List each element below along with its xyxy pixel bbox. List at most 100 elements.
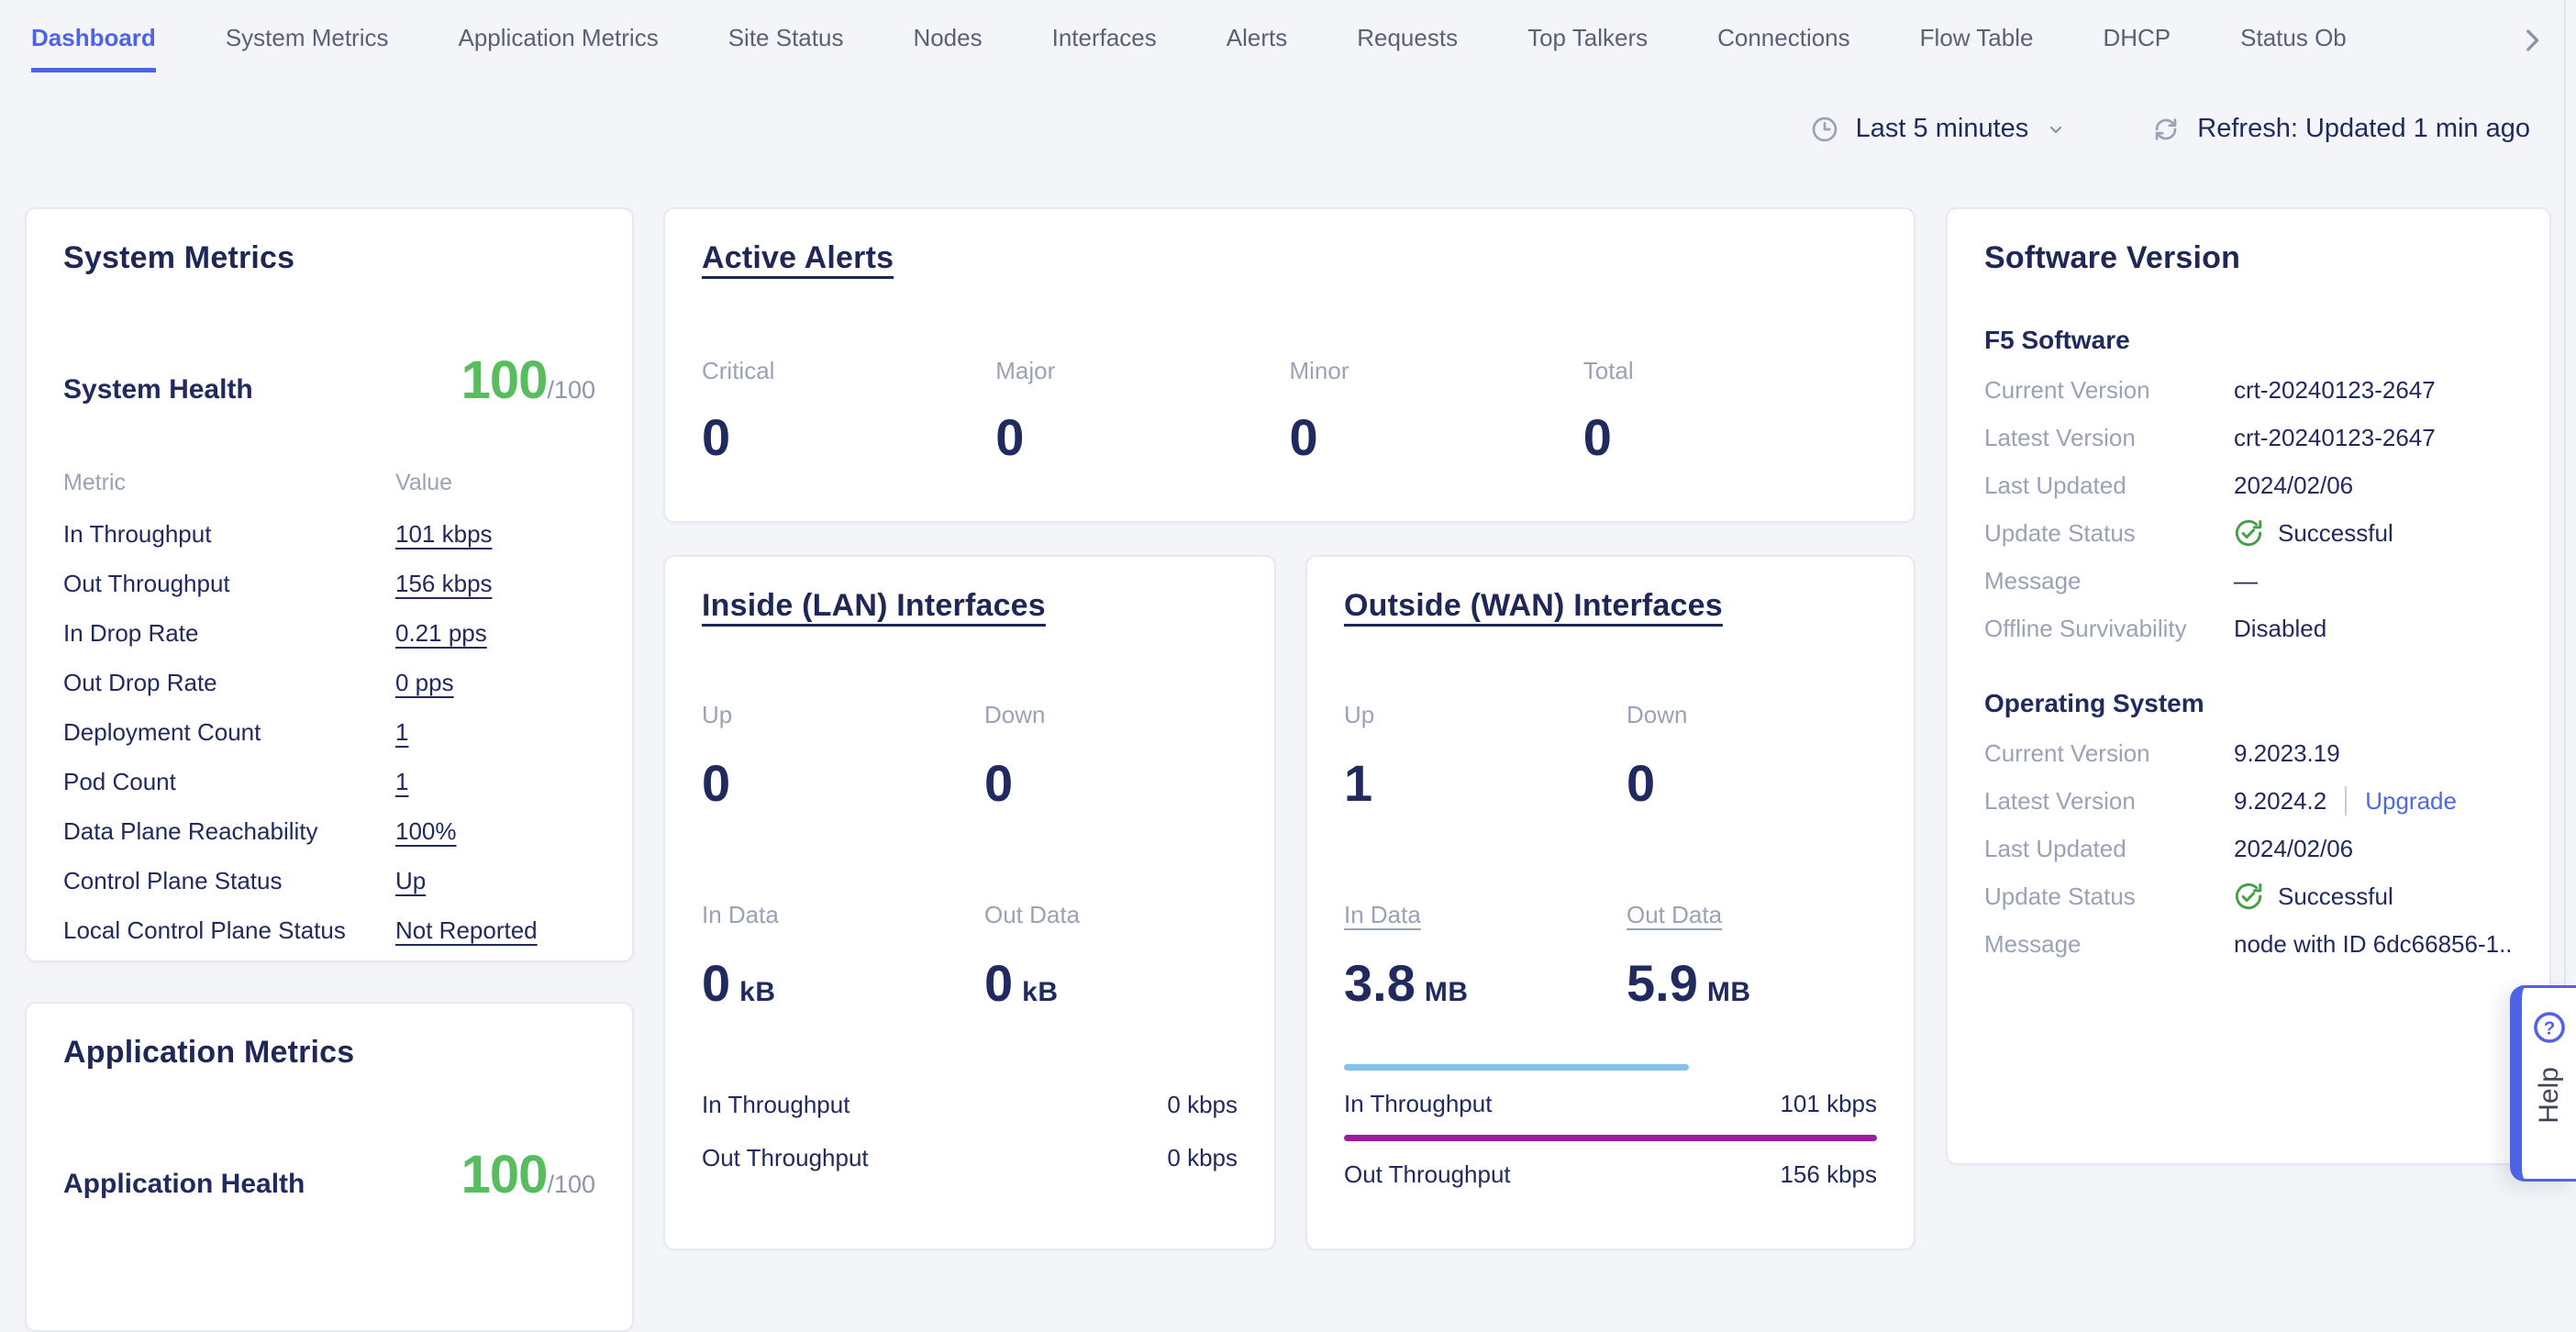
software-row-value: Successful: [2234, 882, 2513, 911]
lan-in-data-unit: kB: [739, 977, 775, 1008]
software-row: Current Version crt-20240123-2647: [1984, 366, 2513, 414]
column-value: Value: [395, 470, 595, 496]
nav-tab-requests[interactable]: Requests: [1357, 0, 1458, 72]
software-row-value: Disabled: [2234, 615, 2513, 643]
wan-interfaces-title-link[interactable]: Outside (WAN) Interfaces: [1344, 588, 1723, 624]
metric-row: Control Plane Status Up: [63, 856, 595, 905]
throughput-value: 0 kbps: [1167, 1091, 1238, 1119]
software-row-value: crt-20240123-2647: [2234, 376, 2513, 405]
lan-out-data-value: 0 kB: [984, 953, 1238, 1013]
metric-row: Local Control Plane Status Not Reported: [63, 905, 595, 955]
nav-tab-dashboard[interactable]: Dashboard: [31, 0, 156, 72]
metric-label: Out Throughput: [63, 570, 395, 598]
software-row: Latest Version crt-20240123-2647: [1984, 414, 2513, 461]
alert-stat: Minor 0: [1290, 357, 1583, 467]
nav-tab-top-talkers[interactable]: Top Talkers: [1527, 0, 1648, 72]
alert-stats: Critical 0 Major 0 Minor 0 Total 0: [702, 357, 1877, 467]
wan-up-down: Up 1 Down 0: [1344, 701, 1877, 813]
nav-tab-flow-table[interactable]: Flow Table: [1920, 0, 2034, 72]
refresh-label: Refresh: Updated 1 min ago: [2197, 114, 2530, 144]
application-metrics-title: Application Metrics: [63, 1035, 595, 1071]
throughput-value: 156 kbps: [1780, 1160, 1877, 1189]
nav-tab-nodes[interactable]: Nodes: [913, 0, 982, 72]
wan-in-data-unit: MB: [1425, 977, 1469, 1008]
time-range-selector[interactable]: Last 5 minutes: [1810, 114, 2068, 144]
lan-up-label: Up: [702, 701, 984, 729]
application-metrics-card: Application Metrics Application Health 1…: [25, 1002, 634, 1332]
nav-overflow-button[interactable]: [2512, 20, 2552, 61]
nav-tab-status-ob[interactable]: Status Ob: [2240, 0, 2347, 72]
chevron-right-icon: [2516, 25, 2548, 56]
alert-stat-value: 0: [702, 407, 995, 467]
lan-interfaces-card: Inside (LAN) Interfaces Up 0 Down 0 In D…: [663, 555, 1276, 1250]
software-row: Latest Version 9.2024.2 Upgrade: [1984, 777, 2513, 825]
software-row-value: crt-20240123-2647: [2234, 424, 2513, 452]
alert-stat: Total 0: [1583, 357, 1877, 467]
nav-tab-site-status[interactable]: Site Status: [728, 0, 844, 72]
nav-tab-system-metrics[interactable]: System Metrics: [226, 0, 389, 72]
metric-value-link[interactable]: 100%: [395, 817, 457, 846]
help-button[interactable]: ? Help: [2510, 985, 2576, 1182]
wan-interfaces-card: Outside (WAN) Interfaces Up 1 Down 0 In …: [1305, 555, 1915, 1250]
lan-in-data-value: 0 kB: [702, 953, 984, 1013]
metric-value-link[interactable]: 0 pps: [395, 669, 454, 697]
lan-up-down: Up 0 Down 0: [702, 701, 1238, 813]
nav-tab-alerts[interactable]: Alerts: [1227, 0, 1287, 72]
metric-row: Data Plane Reachability 100%: [63, 806, 595, 856]
update-success-icon: [2234, 518, 2263, 548]
throughput-bar: [1344, 1064, 1689, 1071]
active-alerts-card: Active Alerts Critical 0 Major 0 Minor 0…: [663, 207, 1915, 523]
update-success-icon: [2234, 882, 2263, 911]
metric-label: Control Plane Status: [63, 867, 395, 895]
software-row-label: Last Updated: [1984, 835, 2234, 863]
lan-in-data-label: In Data: [702, 901, 984, 929]
application-health-row: Application Health 100 /100: [63, 1144, 595, 1205]
table-body: In Throughput 101 kbps Out Throughput 15…: [63, 509, 595, 955]
wan-out-data-link[interactable]: Out Data: [1627, 901, 1722, 929]
refresh-button[interactable]: Refresh: Updated 1 min ago: [2151, 114, 2530, 144]
wan-in-data-link[interactable]: In Data: [1344, 901, 1421, 929]
system-metrics-card: System Metrics System Health 100 /100 Me…: [25, 207, 634, 962]
nav-tab-application-metrics[interactable]: Application Metrics: [459, 0, 659, 72]
lan-interfaces-title-link[interactable]: Inside (LAN) Interfaces: [702, 588, 1046, 624]
separator: [2345, 786, 2347, 816]
software-row-label: Latest Version: [1984, 787, 2234, 816]
alert-stat-label: Major: [995, 357, 1289, 385]
wan-out-data-unit: MB: [1707, 977, 1751, 1008]
software-row-value: —: [2234, 567, 2513, 595]
software-row-value: node with ID 6dc66856-1...: [2234, 930, 2513, 959]
upgrade-link[interactable]: Upgrade: [2365, 787, 2457, 816]
nav-tab-connections[interactable]: Connections: [1717, 0, 1850, 72]
throughput-label: In Throughput: [1344, 1090, 1492, 1118]
nav-tab-dhcp[interactable]: DHCP: [2103, 0, 2171, 72]
metric-row: Deployment Count 1: [63, 707, 595, 757]
metric-label: Data Plane Reachability: [63, 817, 395, 846]
nav-tab-interfaces[interactable]: Interfaces: [1052, 0, 1157, 72]
metric-row: In Throughput 101 kbps: [63, 509, 595, 559]
metric-value-link[interactable]: 156 kbps: [395, 570, 493, 598]
metric-value-link[interactable]: 1: [395, 768, 408, 796]
column-metric: Metric: [63, 470, 395, 496]
metric-value-link[interactable]: 1: [395, 718, 408, 747]
wan-throughput-rows: In Throughput 101 kbps Out Throughput 15…: [1344, 1064, 1877, 1193]
metric-value-link[interactable]: Not Reported: [395, 916, 538, 945]
alert-stat-value: 0: [1290, 407, 1583, 467]
system-metrics-table: Metric Value In Throughput 101 kbps Out …: [63, 470, 595, 955]
toolbar: Last 5 minutes Refresh: Updated 1 min ag…: [1810, 114, 2530, 144]
software-row-label: Current Version: [1984, 376, 2234, 405]
wan-up-value: 1: [1344, 753, 1627, 813]
metric-label: Pod Count: [63, 768, 395, 796]
lan-out-data-unit: kB: [1022, 977, 1058, 1008]
throughput-row: In Throughput 0 kbps: [702, 1086, 1238, 1123]
wan-down-value: 0: [1627, 753, 1877, 813]
metric-value-link[interactable]: 0.21 pps: [395, 619, 487, 648]
throughput-label: Out Throughput: [1344, 1160, 1511, 1189]
software-section-name: Operating System: [1984, 689, 2513, 718]
active-alerts-title-link[interactable]: Active Alerts: [702, 240, 894, 276]
throughput-row: Out Throughput 156 kbps: [1344, 1135, 1877, 1193]
metric-value-link[interactable]: 101 kbps: [395, 520, 493, 549]
metric-value-link[interactable]: Up: [395, 867, 426, 895]
clock-icon: [1810, 115, 1839, 144]
software-row-label: Offline Survivability: [1984, 615, 2234, 643]
alert-stat-label: Critical: [702, 357, 995, 385]
